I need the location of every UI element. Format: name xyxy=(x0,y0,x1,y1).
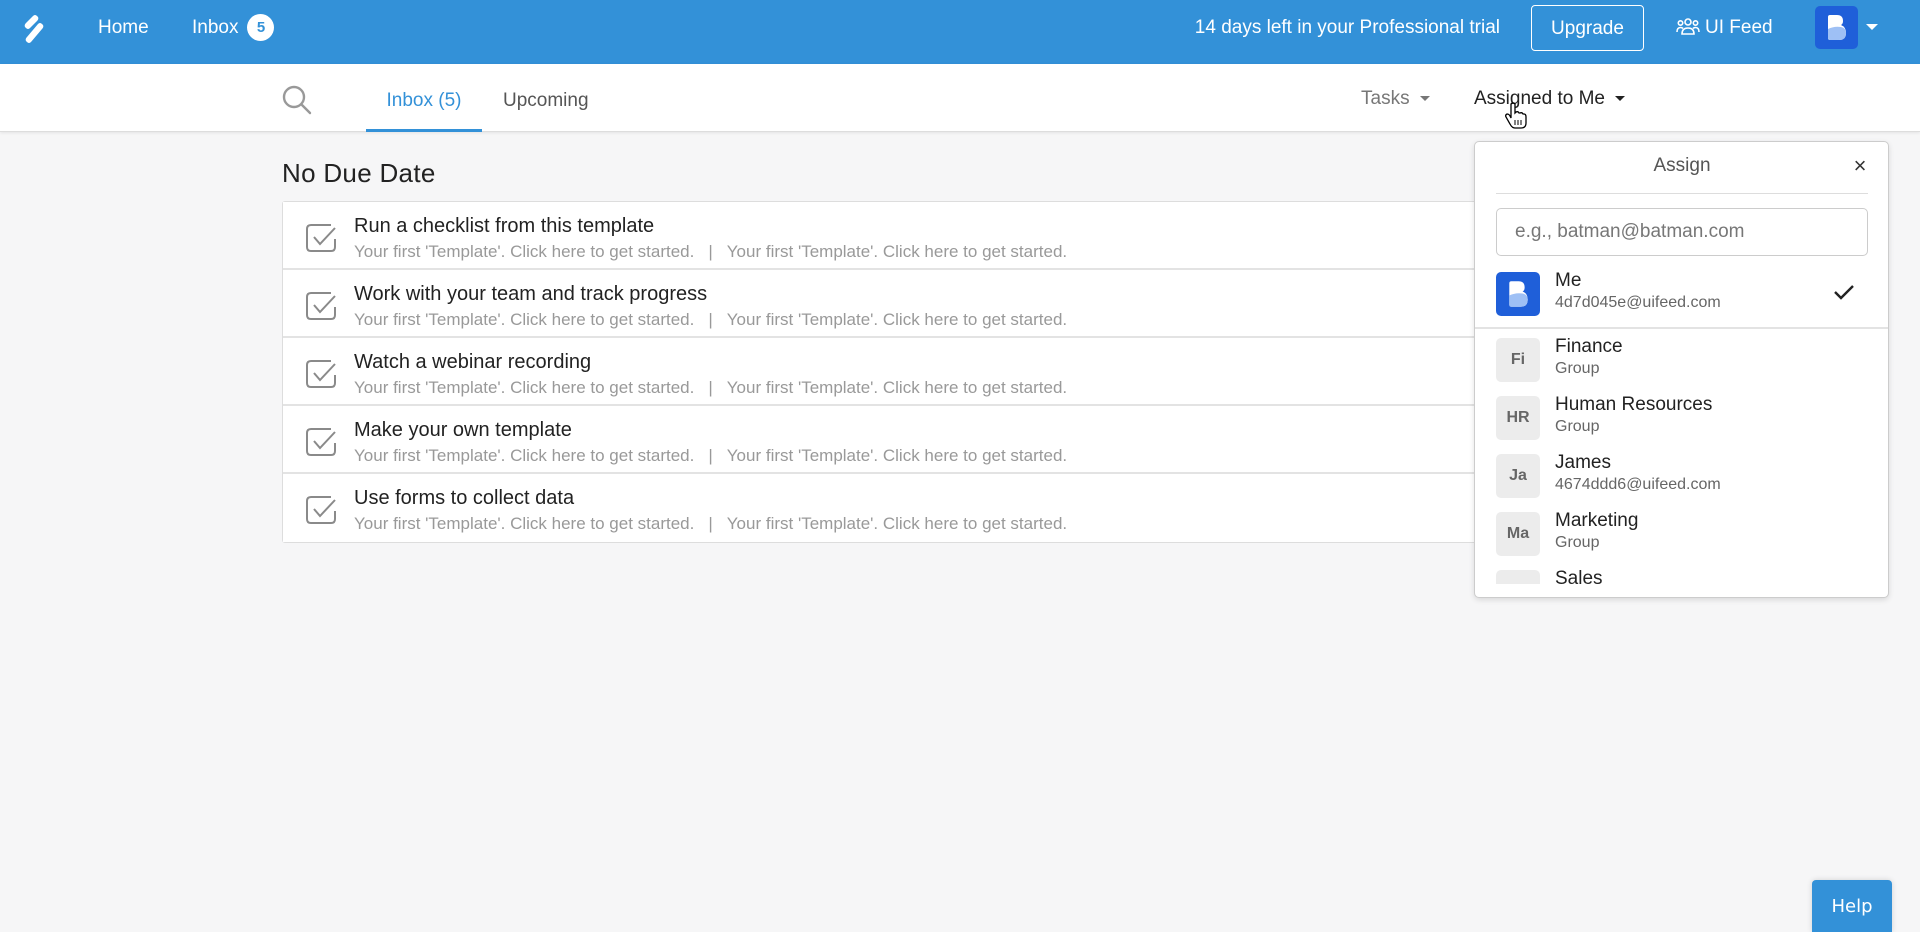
user-avatar[interactable] xyxy=(1815,6,1858,49)
trial-status-text: 14 days left in your Professional trial xyxy=(1194,17,1500,38)
ui-feed-link[interactable]: UI Feed xyxy=(1676,0,1773,56)
task-title: Work with your team and track progress xyxy=(354,283,708,305)
tasks-filter-dropdown[interactable]: Tasks xyxy=(1361,64,1430,132)
close-icon[interactable]: × xyxy=(1850,155,1870,177)
task-subtitle: Your first 'Template'. Click here to get… xyxy=(354,514,1067,534)
task-list: Run a checklist from this template Your … xyxy=(282,201,1478,543)
checklist-icon xyxy=(306,496,336,524)
separator: | xyxy=(708,514,713,533)
task-row[interactable]: Watch a webinar recording Your first 'Te… xyxy=(283,338,1477,406)
task-subtitle: Your first 'Template'. Click here to get… xyxy=(354,242,1067,262)
assignee-search-input[interactable] xyxy=(1496,208,1868,256)
top-navigation-bar: Home Inbox 5 14 days left in your Profess… xyxy=(0,0,1920,64)
ui-feed-label: UI Feed xyxy=(1705,17,1773,38)
nav-inbox-label: Inbox xyxy=(192,17,239,38)
task-template-text: Your first 'Template'. Click here to get… xyxy=(726,378,1068,397)
upgrade-button[interactable]: Upgrade xyxy=(1531,5,1644,51)
task-template-text: Your first 'Template'. Click here to get… xyxy=(354,378,695,397)
inbox-count-badge: 5 xyxy=(247,14,275,41)
assignee-option[interactable]: Ja James 4674ddd6@uifeed.com xyxy=(1475,448,1888,506)
task-template-text: Your first 'Template'. Click here to get… xyxy=(726,446,1068,465)
assignee-option[interactable]: Fi Finance Group xyxy=(1475,332,1888,390)
user-avatar-icon xyxy=(1509,281,1528,307)
user-avatar-icon xyxy=(1828,15,1846,40)
sub-navigation-bar: Inbox (5) Upcoming Tasks Assigned to Me xyxy=(0,64,1920,132)
task-row[interactable]: Run a checklist from this template Your … xyxy=(283,202,1477,270)
assignee-name: Sales xyxy=(1555,568,1603,584)
chevron-down-icon xyxy=(1419,96,1430,101)
assignee-option-me[interactable]: Me 4d7d045e@uifeed.com xyxy=(1475,266,1888,329)
assign-panel-title: Assign xyxy=(1496,142,1868,194)
separator: | xyxy=(708,378,713,397)
avatar: HR xyxy=(1496,396,1540,440)
app-logo-icon[interactable] xyxy=(16,12,52,48)
task-title: Make your own template xyxy=(354,419,572,441)
separator: | xyxy=(708,242,713,261)
assigned-filter-dropdown[interactable]: Assigned to Me xyxy=(1474,64,1625,132)
tab-upcoming[interactable]: Upcoming xyxy=(503,64,589,132)
assignee-option[interactable]: Ma Marketing Group xyxy=(1475,506,1888,564)
avatar: Ja xyxy=(1496,454,1540,498)
task-title: Watch a webinar recording xyxy=(354,351,592,373)
task-subtitle: Your first 'Template'. Click here to get… xyxy=(354,310,1067,330)
checklist-icon xyxy=(306,428,336,456)
hand-pointer-cursor-icon xyxy=(1505,102,1527,129)
avatar xyxy=(1496,570,1540,584)
separator: | xyxy=(708,446,713,465)
help-button[interactable]: Help xyxy=(1812,880,1892,932)
task-title: Use forms to collect data xyxy=(354,487,575,509)
task-row[interactable]: Use forms to collect data Your first 'Te… xyxy=(283,474,1477,542)
tab-inbox[interactable]: Inbox (5) xyxy=(366,64,482,132)
checkmark-icon xyxy=(1834,285,1854,300)
avatar: Ma xyxy=(1496,512,1540,556)
assigned-filter-label: Assigned to Me xyxy=(1474,88,1605,109)
assignee-name: Me xyxy=(1555,270,1582,291)
tasks-filter-label: Tasks xyxy=(1361,88,1410,109)
section-title-no-due-date: No Due Date xyxy=(282,158,436,188)
assignee-option[interactable]: Sales xyxy=(1475,564,1888,584)
task-template-text: Your first 'Template'. Click here to get… xyxy=(726,514,1068,533)
task-title: Run a checklist from this template xyxy=(354,215,655,237)
task-template-text: Your first 'Template'. Click here to get… xyxy=(354,242,695,261)
assignee-meta: Group xyxy=(1555,534,1600,551)
task-subtitle: Your first 'Template'. Click here to get… xyxy=(354,378,1067,398)
nav-home-link[interactable]: Home xyxy=(98,0,149,56)
avatar xyxy=(1496,272,1540,316)
assignee-meta: 4674ddd6@uifeed.com xyxy=(1555,476,1721,493)
checklist-icon xyxy=(306,292,336,320)
chevron-down-icon xyxy=(1614,96,1625,101)
assignee-meta: Group xyxy=(1555,418,1600,435)
assignee-email: 4d7d045e@uifeed.com xyxy=(1555,294,1721,311)
nav-inbox-link[interactable]: Inbox 5 xyxy=(192,0,275,56)
users-icon xyxy=(1676,18,1700,35)
assignee-option[interactable]: HR Human Resources Group xyxy=(1475,390,1888,448)
task-template-text: Your first 'Template'. Click here to get… xyxy=(726,242,1068,261)
checklist-icon xyxy=(306,360,336,388)
task-subtitle: Your first 'Template'. Click here to get… xyxy=(354,446,1067,466)
assignee-name: James xyxy=(1555,452,1611,473)
task-row[interactable]: Make your own template Your first 'Templ… xyxy=(283,406,1477,474)
assignee-name: Marketing xyxy=(1555,510,1639,531)
task-template-text: Your first 'Template'. Click here to get… xyxy=(354,514,695,533)
assignee-list[interactable]: Fi Finance Group HR Human Resources Grou… xyxy=(1475,332,1888,584)
task-template-text: Your first 'Template'. Click here to get… xyxy=(354,310,695,329)
task-row[interactable]: Work with your team and track progress Y… xyxy=(283,270,1477,338)
account-menu-caret-icon[interactable] xyxy=(1866,24,1878,30)
task-template-text: Your first 'Template'. Click here to get… xyxy=(354,446,695,465)
assignee-name: Human Resources xyxy=(1555,394,1713,415)
assignee-name: Finance xyxy=(1555,336,1623,357)
assign-dropdown-panel: Assign × Me 4d7d045e@uifeed.com Fi Finan… xyxy=(1474,141,1889,598)
separator: | xyxy=(708,310,713,329)
checklist-icon xyxy=(306,224,336,252)
avatar: Fi xyxy=(1496,338,1540,382)
search-icon[interactable] xyxy=(281,84,313,116)
assignee-meta: Group xyxy=(1555,360,1600,377)
task-template-text: Your first 'Template'. Click here to get… xyxy=(726,310,1068,329)
